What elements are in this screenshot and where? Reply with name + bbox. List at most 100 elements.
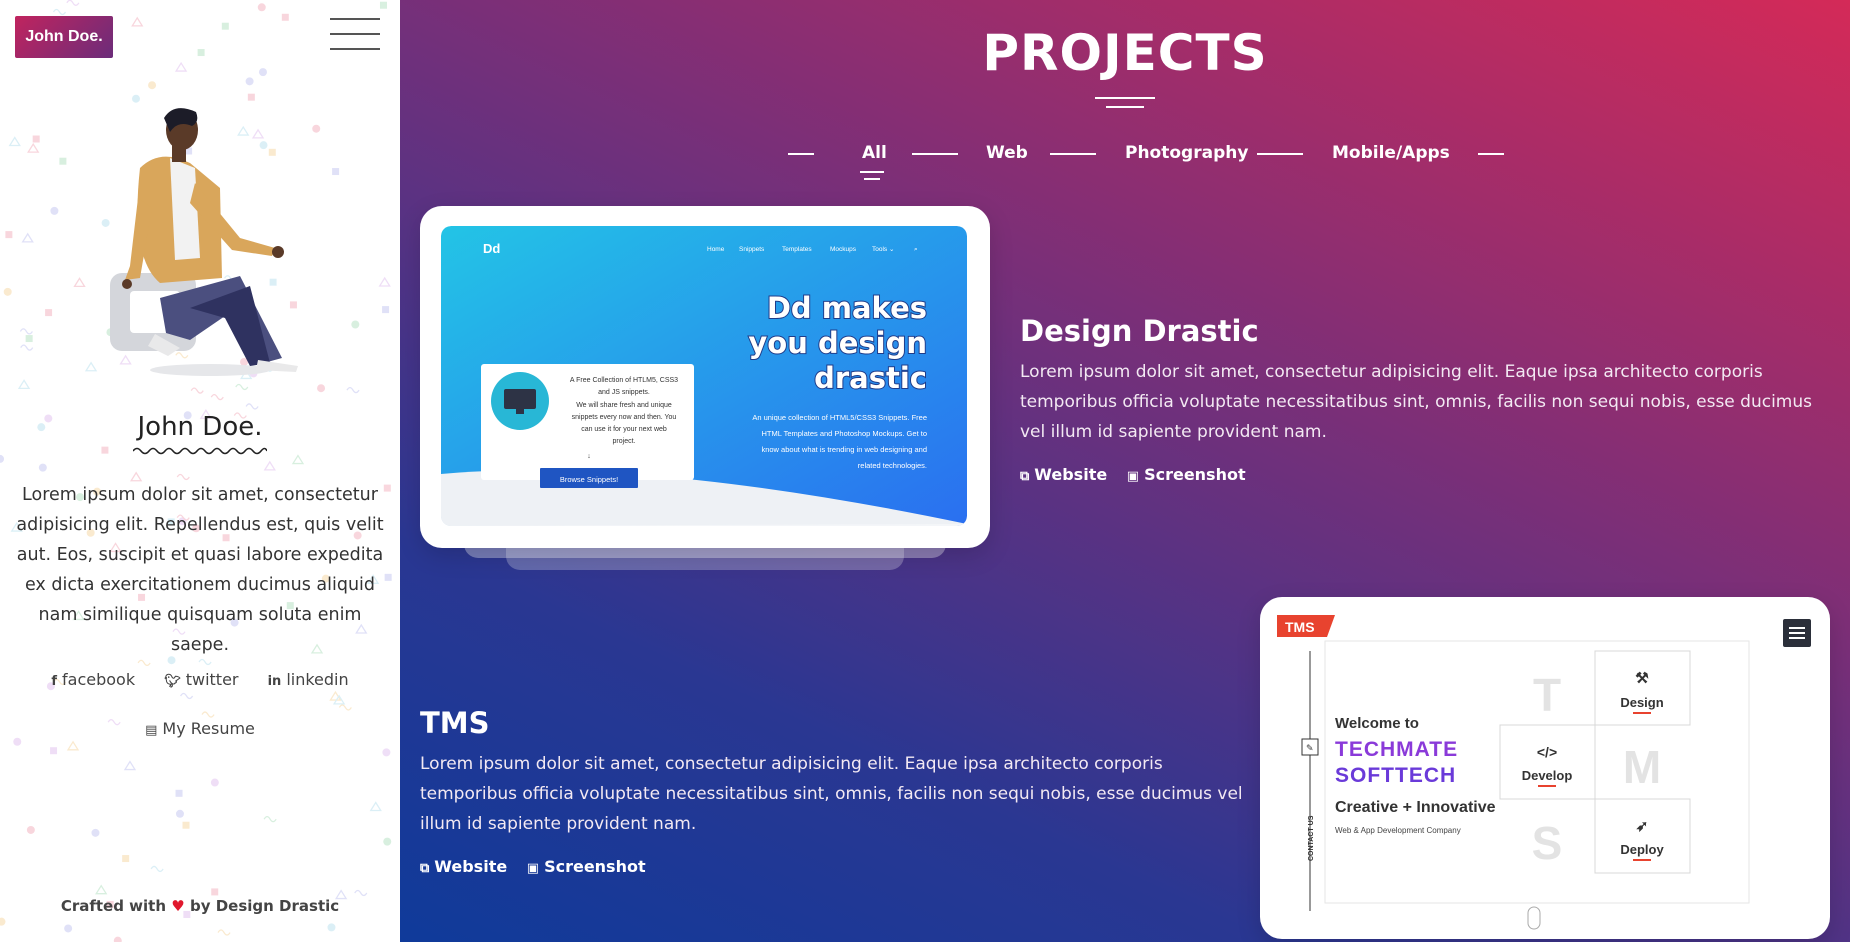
filter-photography[interactable]: Photography: [1125, 143, 1248, 163]
filter-mobile-apps[interactable]: Mobile/Apps: [1332, 143, 1450, 163]
confetti-shape: [20, 344, 34, 351]
contact-us-label: CONTACT US: [1308, 815, 1315, 861]
preview-card-text: A Free Collection of HTLM5, CSS3: [570, 377, 678, 384]
magic-wand-icon: ⚒: [1635, 670, 1649, 687]
screenshot-link[interactable]: ▣ Screenshot: [527, 857, 646, 876]
confetti-shape: [8, 136, 21, 147]
confetti-shape: [235, 383, 249, 391]
linkedin-icon: in: [267, 674, 282, 689]
website-link[interactable]: ⧉ Website: [1020, 465, 1107, 484]
confetti-shape: [73, 277, 86, 288]
confetti-shape: [175, 809, 184, 818]
confetti-shape: [64, 924, 73, 933]
preview-logo: Dd: [483, 241, 500, 256]
confetti-shape: [201, 711, 215, 718]
confetti-shape: [382, 748, 391, 757]
rocket-icon: ➶: [1636, 818, 1649, 835]
confetti-shape: [66, 0, 80, 6]
website-link[interactable]: ⧉ Website: [420, 857, 507, 876]
confetti-shape: [351, 320, 360, 329]
confetti-shape: [182, 821, 190, 829]
project-screenshot-design-drastic[interactable]: Dd Home Snippets Templates Mockups Tools…: [420, 206, 990, 548]
facebook-link[interactable]: f facebook: [51, 670, 135, 689]
tile-design: Design: [1620, 695, 1663, 710]
project-links-design-drastic: ⧉ Website ▣ Screenshot: [1020, 465, 1260, 484]
confetti-shape: [3, 287, 12, 296]
confetti-shape: [137, 659, 151, 667]
title-divider: [1095, 97, 1155, 99]
tms-preview: TMS ✎ CONTACT US Welcome to TECHMATE SOF…: [1275, 611, 1815, 931]
confetti-shape: [190, 387, 204, 394]
confetti-shape: [210, 393, 224, 401]
company-name: TECHMATE: [1335, 738, 1458, 761]
preview-nav-item: Snippets: [739, 246, 765, 253]
confetti-shape: [59, 157, 67, 165]
subtagline: Web & App Development Company: [1335, 826, 1461, 835]
preview-subtext: related technologies.: [858, 461, 927, 470]
confetti-shape: [66, 740, 80, 751]
project-screenshot-tms[interactable]: TMS ✎ CONTACT US Welcome to TECHMATE SOF…: [1260, 597, 1830, 939]
confetti-shape: [317, 384, 326, 393]
linkedin-link[interactable]: in linkedin: [268, 670, 349, 689]
preview-nav-item: Templates: [782, 246, 812, 253]
design-drastic-preview: Dd Home Snippets Templates Mockups Tools…: [441, 226, 967, 526]
confetti-shape: [291, 454, 305, 465]
document-icon: ▤: [145, 723, 158, 738]
confetti-shape: [25, 335, 33, 343]
brand-logo[interactable]: John Doe.: [15, 16, 113, 58]
pencil-icon: ✎: [1306, 744, 1314, 754]
preview-card-text: We will share fresh and unique: [576, 402, 672, 409]
preview-card-text: project.: [613, 438, 636, 445]
confetti-shape: [354, 889, 368, 897]
confetti-shape: [38, 463, 47, 472]
confetti-shape: [217, 929, 231, 936]
confetti-shape: [150, 865, 164, 873]
sidebar: John Doe. John Doe. Lorem ipsum dolor si…: [0, 0, 400, 942]
menu-icon[interactable]: [330, 18, 380, 54]
active-filter-underline-short: [864, 178, 880, 180]
confetti-shape: [245, 77, 254, 86]
filter-divider: [788, 153, 814, 155]
confetti-shape: [123, 760, 137, 771]
preview-subtext: HTML Templates and Photoshop Mockups. Ge…: [761, 429, 927, 438]
title-divider-short: [1106, 106, 1144, 108]
tms-letter: M: [1623, 741, 1661, 793]
preview-headline: drastic: [814, 361, 927, 395]
screenshot-link[interactable]: ▣ Screenshot: [1127, 465, 1246, 484]
confetti-shape: [210, 778, 219, 787]
confetti-shape: [21, 232, 34, 243]
preview-nav-item: Mockups: [830, 246, 857, 253]
tile-develop: Develop: [1522, 768, 1573, 783]
tms-letter: S: [1532, 817, 1563, 869]
preview-nav-item: Tools ⌄: [872, 246, 894, 253]
confetti-shape: [257, 3, 266, 12]
confetti-shape: [378, 276, 391, 287]
confetti-shape: [263, 816, 277, 823]
confetti-shape: [50, 206, 59, 215]
confetti-shape: [122, 855, 130, 863]
confetti-shape: [26, 825, 35, 834]
confetti-shape: [174, 61, 188, 72]
confetti-shape: [247, 93, 255, 101]
footer-credit: Crafted with ♥ by Design Drastic: [60, 897, 340, 915]
name-squiggle-decoration: [133, 447, 267, 455]
filter-web[interactable]: Web: [986, 143, 1028, 163]
resume-link[interactable]: ▤ My Resume: [0, 719, 400, 738]
company-name: SOFTTECH: [1335, 764, 1456, 787]
confetti-shape: [281, 13, 289, 21]
filter-all[interactable]: All: [862, 143, 887, 163]
heart-icon: ♥: [171, 897, 185, 915]
profile-bio: Lorem ipsum dolor sit amet, consectetur …: [16, 485, 384, 655]
confetti-shape: [50, 747, 58, 755]
project-title-design-drastic: Design Drastic: [1020, 314, 1259, 348]
tagline: Creative + Innovative: [1335, 799, 1496, 816]
social-links: f facebook 🐦︎ twitter in linkedin: [0, 670, 400, 689]
twitter-link[interactable]: 🐦︎ twitter: [164, 670, 238, 689]
confetti-shape: [19, 328, 33, 335]
confetti-shape: [5, 231, 13, 239]
confetti-shape: [346, 387, 360, 394]
confetti-shape: [52, 8, 67, 16]
preview-search-icon: ⌕: [914, 246, 918, 253]
preview-card-button: Browse Snippets!: [560, 475, 618, 484]
avatar-illustration: [110, 108, 298, 376]
